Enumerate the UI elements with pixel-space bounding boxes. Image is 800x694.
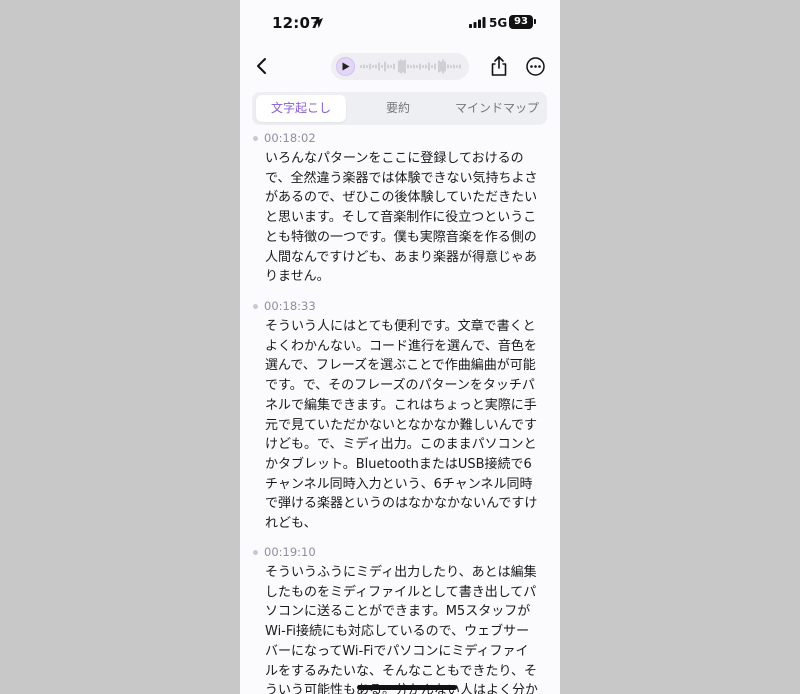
status-bar: 12:07 5G 93 — [240, 0, 560, 46]
tab-summary[interactable]: 要約 — [355, 95, 441, 122]
tab-bar: 文字起こし 要約 マインドマップ — [252, 92, 547, 125]
share-icon[interactable] — [489, 55, 509, 77]
battery-tip — [534, 19, 536, 24]
timestamp[interactable]: 00:19:10 — [264, 545, 316, 559]
play-button[interactable] — [336, 57, 355, 76]
timestamp[interactable]: 00:18:02 — [264, 131, 316, 145]
battery-icon: 93 — [509, 15, 533, 29]
play-icon — [342, 62, 350, 71]
tab-mindmap[interactable]: マインドマップ — [449, 95, 545, 122]
network-type: 5G — [489, 16, 508, 30]
home-indicator[interactable] — [357, 685, 457, 690]
transcript-text: そういう人にはとても便利です。文章で書くと よくわかんない。コード進行を選んで、… — [265, 319, 538, 532]
audio-player[interactable] — [331, 53, 469, 80]
transcript-text: そういうふうにミディ出力したり、あとは編集 したものをミディファイルとして書き出… — [265, 565, 538, 694]
location-arrow-icon — [313, 18, 323, 28]
timeline-dot — [253, 550, 258, 555]
tab-transcription[interactable]: 文字起こし — [256, 95, 346, 122]
waveform-icon[interactable] — [359, 57, 463, 76]
transcript-text: いろんなパターンをここに登録しておけるの で、全然違う楽器では体験できない気持ち… — [265, 151, 538, 285]
cellular-signal-icon — [469, 17, 486, 28]
chevron-left-icon[interactable] — [252, 55, 272, 77]
timeline-dot — [253, 304, 258, 309]
phone-screen: 12:07 5G 93 文字起こし 要約 マインドマップ 00:18:02 いろ… — [240, 0, 560, 694]
more-icon[interactable] — [526, 57, 545, 76]
timeline-dot — [253, 136, 258, 141]
timestamp[interactable]: 00:18:33 — [264, 299, 316, 313]
